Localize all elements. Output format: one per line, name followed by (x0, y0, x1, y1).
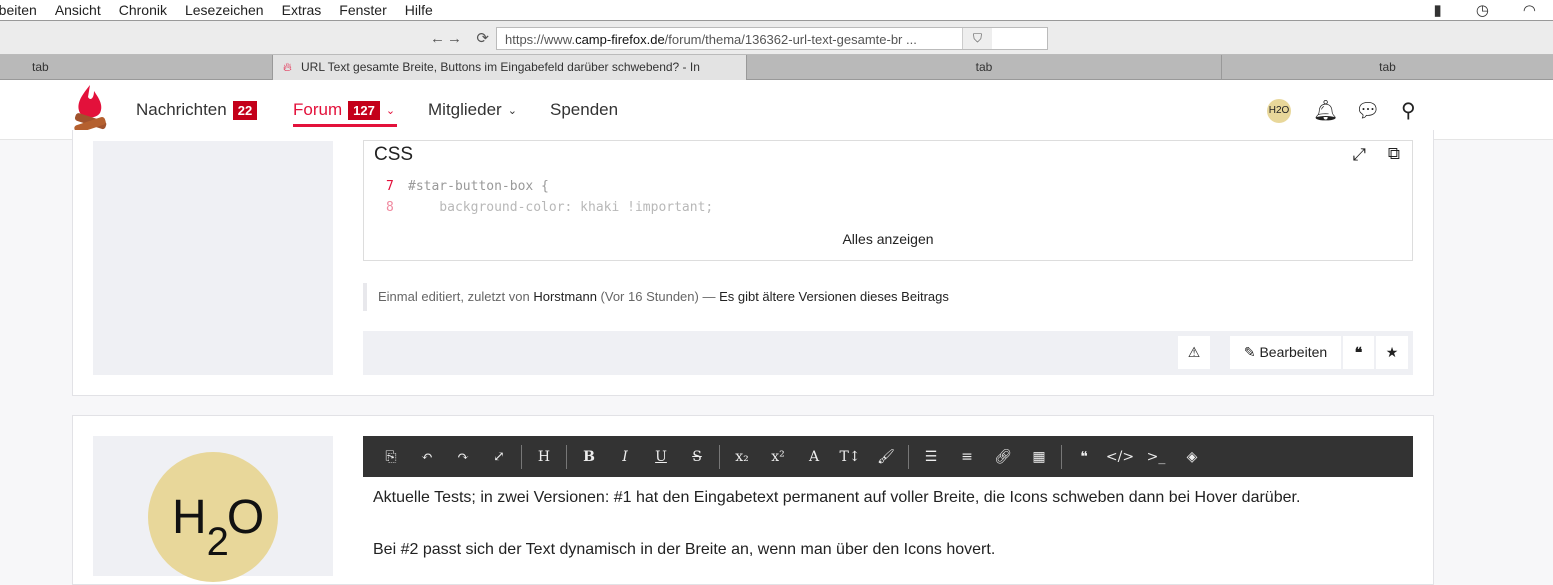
quote-icon[interactable]: ❝ (1066, 449, 1102, 465)
url-bar[interactable]: https://www.camp-firefox.de/forum/thema/… (496, 27, 1048, 50)
menu-ansicht[interactable]: Ansicht (55, 2, 101, 18)
flame-favicon-icon: 🔥︎ (283, 60, 292, 74)
shield-icon[interactable]: ⛉ (962, 28, 992, 49)
strikethrough-icon[interactable]: S (679, 449, 715, 465)
active-underline (293, 124, 397, 127)
forum-badge: 127 (348, 100, 380, 120)
nav-mitglieder[interactable]: Mitglieder ⌄ (428, 100, 517, 120)
link-icon[interactable]: 🔗︎ (985, 449, 1021, 465)
post-sidebar (93, 141, 333, 375)
brush-icon[interactable]: 🖌︎ (868, 449, 904, 465)
tab[interactable]: tab (0, 55, 273, 80)
undo-icon[interactable]: ↶ (409, 449, 445, 465)
menu-hilfe[interactable]: Hilfe (405, 2, 433, 18)
avatar[interactable]: H2O (148, 452, 278, 582)
quote-icon: ❝ (1354, 344, 1363, 360)
font-color-icon[interactable]: A (796, 449, 832, 465)
redo-icon[interactable]: ↷ (445, 449, 481, 465)
source-icon[interactable]: ⎘ (373, 449, 409, 465)
reload-icon[interactable]: ⟳ (470, 30, 491, 47)
list-icon[interactable]: ☰ (913, 449, 949, 465)
nav-spenden[interactable]: Spenden (550, 100, 618, 120)
tab[interactable]: tab (747, 55, 1222, 80)
bold-icon[interactable]: B (571, 449, 607, 465)
menu-bar: rbeiten Ansicht Chronik Lesezeichen Extr… (0, 0, 1553, 21)
post-actions: ⚠ ✎ Bearbeiten ❝ ★ (363, 331, 1413, 375)
star-icon: ★ (1385, 344, 1399, 360)
heading-icon[interactable]: H (526, 449, 562, 465)
nachrichten-badge: 22 (232, 100, 258, 120)
chevron-down-icon: ⌄ (385, 104, 396, 117)
tab[interactable]: tab (1222, 55, 1553, 80)
code-icon[interactable]: </> (1102, 449, 1138, 465)
align-icon[interactable]: ≡ (949, 449, 985, 465)
pencil-icon: ✎ (1243, 344, 1256, 360)
back-icon[interactable]: ← (430, 30, 447, 47)
code-box: CSS ⤢ ⧉ 7 #star-button-box { 8 background… (363, 140, 1413, 261)
terminal-icon[interactable]: >_ (1138, 449, 1174, 465)
report-button[interactable]: ⚠ (1178, 336, 1210, 369)
code-content: 7 #star-button-box { 8 background-color: … (386, 179, 714, 215)
versions-link[interactable]: Es gibt ältere Versionen dieses Beitrags (719, 289, 949, 304)
code-language: CSS (374, 144, 414, 165)
spoiler-icon[interactable]: ◈ (1174, 449, 1210, 465)
copy-icon[interactable]: ⧉ (1388, 144, 1400, 164)
menu-lesezeichen[interactable]: Lesezeichen (185, 2, 264, 18)
subscript-icon[interactable]: x₂ (724, 449, 760, 465)
editor-paragraph[interactable]: Bei #2 passt sich der Text dynamisch in … (373, 541, 995, 559)
menu-fenster[interactable]: Fenster (339, 2, 386, 18)
time-machine-icon[interactable]: ◷ (1476, 1, 1489, 19)
fullscreen-icon[interactable]: ⤢ (481, 449, 517, 465)
edit-author-link[interactable]: Horstmann (533, 289, 597, 304)
nav-forum[interactable]: Forum 127 ⌄ (293, 100, 395, 120)
code-line-8: background-color: khaki !important; (408, 200, 714, 215)
show-all-button[interactable]: Alles anzeigen (364, 231, 1412, 247)
editor-paragraph[interactable]: Aktuelle Tests; in zwei Versionen: #1 ha… (373, 489, 1300, 507)
italic-icon[interactable]: I (607, 449, 643, 465)
chat-icon[interactable]: 💬︎ (1355, 98, 1380, 123)
menu-extras[interactable]: Extras (282, 2, 322, 18)
font-size-icon[interactable]: T↕ (832, 449, 868, 465)
editor-toolbar: ⎘ ↶ ↷ ⤢ H BIUS x₂ x² A T↕ 🖌︎ ☰ ≡ 🔗︎ ▦ ❝ </> >_ ◈ (363, 436, 1413, 477)
menu-bearbeiten[interactable]: rbeiten (0, 2, 37, 18)
underline-icon[interactable]: U (643, 449, 679, 465)
wifi-icon[interactable]: ◠ (1523, 1, 1536, 19)
expand-icon[interactable]: ⤢ (1352, 145, 1366, 165)
user-avatar[interactable]: H2O (1267, 99, 1291, 123)
mouse-icon[interactable]: ▮ (1434, 1, 1442, 19)
edit-note: Einmal editiert, zuletzt von Horstmann (… (363, 283, 949, 311)
bell-icon[interactable]: 🔔︎ (1313, 98, 1338, 123)
tab-active[interactable]: 🔥︎ URL Text gesamte Breite, Buttons im Ei… (273, 55, 747, 80)
camp-firefox-logo[interactable] (72, 83, 108, 135)
tab-bar: tab 🔥︎ URL Text gesamte Breite, Buttons i… (0, 55, 1553, 80)
warning-icon: ⚠ (1187, 344, 1201, 360)
edit-button[interactable]: ✎ Bearbeiten (1230, 336, 1341, 369)
superscript-icon[interactable]: x² (760, 449, 796, 465)
browser-toolbar: ←→ ⟳ https://www.camp-firefox.de/forum/t… (0, 21, 1553, 55)
bookmark-button[interactable]: ★ (1376, 336, 1408, 369)
forward-icon[interactable]: → (447, 30, 464, 47)
menu-chronik[interactable]: Chronik (119, 2, 167, 18)
search-icon[interactable]: ⚲ (1401, 98, 1416, 123)
table-icon[interactable]: ▦ (1021, 449, 1057, 465)
nav-nachrichten[interactable]: Nachrichten 22 (136, 100, 258, 120)
chevron-down-icon: ⌄ (507, 104, 517, 117)
quote-button[interactable]: ❝ (1343, 336, 1374, 369)
